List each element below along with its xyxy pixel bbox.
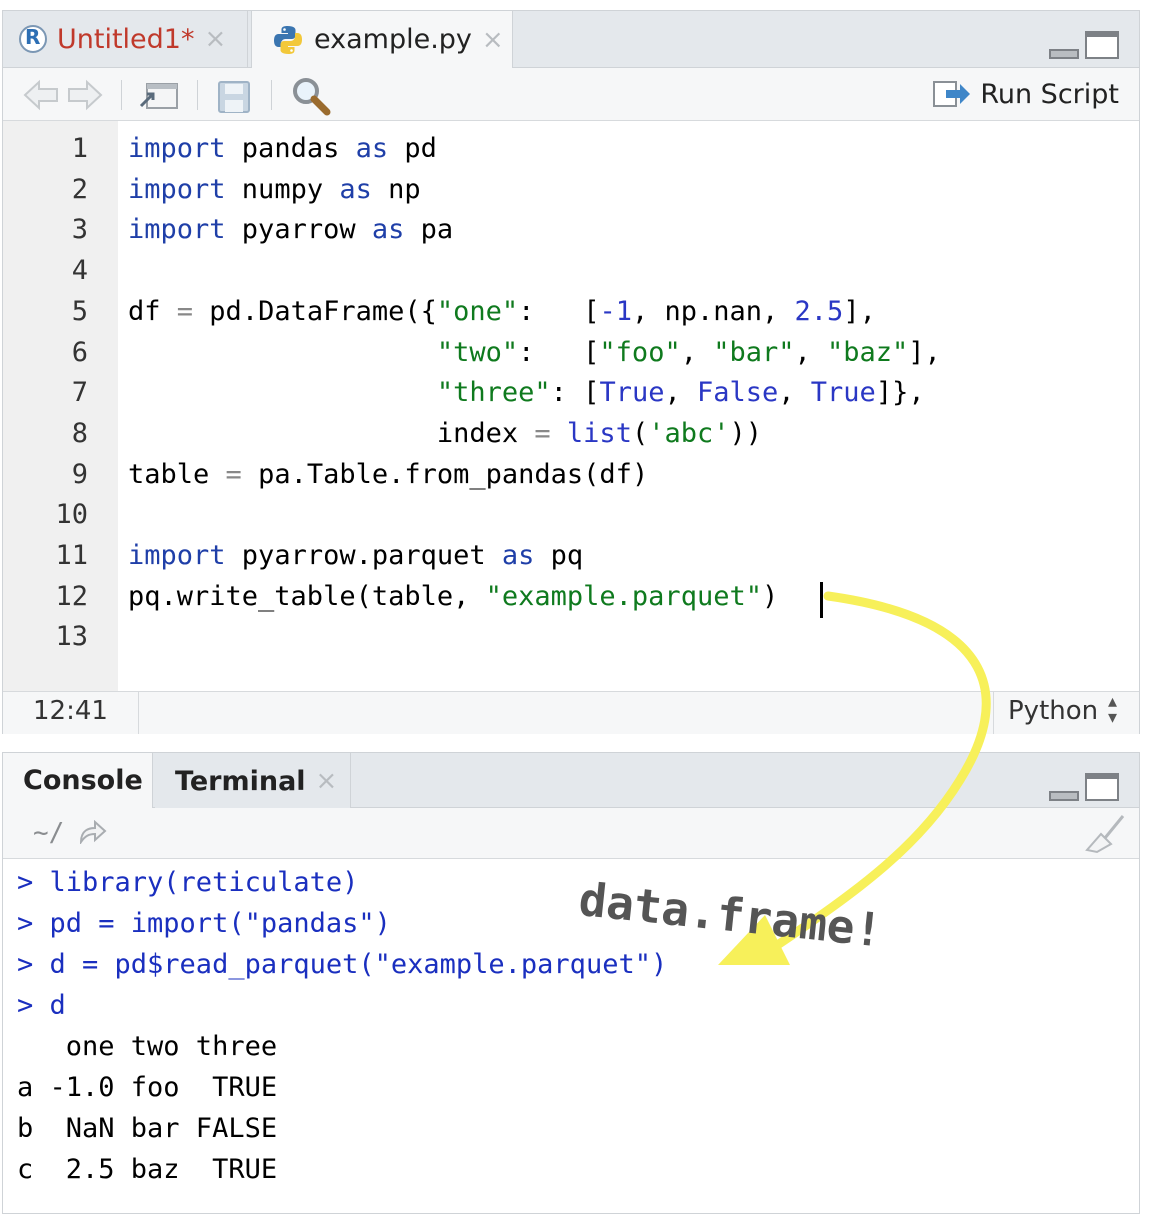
- toolbar-divider: [271, 80, 272, 110]
- go-to-directory-icon[interactable]: [77, 820, 107, 844]
- line-number: 5: [71, 295, 88, 327]
- tab-label: example.py: [314, 24, 472, 55]
- editor-status-bar: 12:41 Python ▴ ▾: [3, 691, 1139, 734]
- code-editor[interactable]: import pandas as pd import numpy as np imp…: [128, 121, 1138, 691]
- console-input-line: > library(reticulate): [17, 867, 359, 898]
- status-divider: [993, 692, 994, 734]
- editor-tab-bar: R Untitled1* × example.py ×: [3, 11, 1139, 68]
- code-line: index = list('abc')): [128, 417, 763, 449]
- line-number: 2: [71, 173, 88, 205]
- tab-console[interactable]: Console: [3, 753, 153, 808]
- line-number: 7: [71, 377, 88, 409]
- console-output-line: one two three: [17, 1031, 278, 1062]
- console-input-line: > d = pd$read_parquet("example.parquet"): [17, 949, 668, 980]
- minimize-icon[interactable]: [1049, 791, 1079, 801]
- line-number: 1: [71, 133, 88, 164]
- search-icon[interactable]: [291, 76, 331, 116]
- code-line: pq.write_table(table, "example.parquet"): [128, 581, 823, 618]
- line-number: 10: [55, 499, 88, 531]
- code-line: "two": ["foo", "bar", "baz"],: [436, 336, 941, 368]
- code-line: import numpy as np: [128, 173, 421, 205]
- r-file-icon: R: [19, 25, 47, 53]
- clear-console-broom-icon[interactable]: [1083, 814, 1127, 854]
- code-line: "three": [True, False, True]},: [436, 377, 925, 409]
- tab-label: Untitled1*: [57, 23, 195, 55]
- code-line: import pyarrow as pa: [128, 214, 454, 246]
- toolbar-divider: [197, 80, 198, 110]
- console-input-line: > pd = import("pandas"): [17, 908, 391, 939]
- editor-toolbar: Run Script: [3, 68, 1139, 121]
- console-input-line: > d: [17, 990, 66, 1021]
- tab-label: Terminal: [175, 765, 306, 797]
- line-number: 3: [71, 214, 88, 246]
- tab-terminal[interactable]: Terminal ×: [155, 753, 351, 809]
- line-number: 8: [71, 417, 88, 449]
- code-line: import pandas as pd: [128, 133, 437, 164]
- text-cursor: [820, 581, 823, 618]
- console-subbar: ~/: [3, 808, 1139, 859]
- status-divider: [138, 692, 139, 734]
- pane-window-controls: [1049, 773, 1119, 801]
- line-number: 12: [55, 580, 88, 612]
- line-number-gutter: 1 2 3 4 5 6 7 8 9 10 11 12 13: [3, 121, 118, 691]
- tab-label: Console: [23, 765, 143, 796]
- console-tab-bar: Console Terminal ×: [3, 753, 1139, 809]
- run-script-label: Run Script: [980, 78, 1119, 110]
- pane-window-controls: [1049, 31, 1119, 59]
- line-number: 13: [55, 621, 88, 653]
- line-number: 4: [71, 255, 88, 287]
- code-line: table = pa.Table.from_pandas(df): [128, 458, 649, 490]
- toolbar-divider: [121, 80, 122, 110]
- close-icon[interactable]: ×: [204, 24, 226, 54]
- code-line: df = pd.DataFrame({"one": [-1, np.nan, 2…: [128, 295, 876, 327]
- maximize-icon[interactable]: [1085, 31, 1119, 59]
- code-line: import pyarrow.parquet as pq: [128, 540, 584, 571]
- working-directory: ~/: [33, 818, 65, 848]
- run-script-icon: [933, 81, 971, 107]
- maximize-icon[interactable]: [1085, 773, 1119, 801]
- close-icon[interactable]: ×: [316, 766, 338, 796]
- tab-example-py[interactable]: example.py ×: [251, 11, 513, 68]
- close-icon[interactable]: ×: [482, 25, 504, 55]
- select-arrows-icon[interactable]: ▴ ▾: [1108, 693, 1117, 727]
- line-number: 11: [55, 540, 88, 571]
- show-in-window-icon[interactable]: [137, 78, 181, 112]
- console-output[interactable]: > library(reticulate) > pd = import("pand…: [3, 859, 1139, 1213]
- line-number: 6: [71, 336, 88, 368]
- cursor-position: 12:41: [33, 696, 108, 726]
- editor-pane: R Untitled1* × example.py × Run Script 1…: [2, 10, 1140, 734]
- console-output-line: b NaN bar FALSE: [17, 1113, 278, 1144]
- python-file-icon: [274, 25, 302, 54]
- minimize-icon[interactable]: [1049, 49, 1079, 59]
- line-number: 9: [71, 458, 88, 490]
- run-script-button[interactable]: Run Script: [932, 76, 1119, 112]
- language-select[interactable]: Python: [1008, 696, 1098, 726]
- console-output-line: c 2.5 baz TRUE: [17, 1154, 278, 1185]
- save-icon[interactable]: [217, 80, 251, 114]
- tab-untitled1[interactable]: R Untitled1* ×: [3, 11, 248, 67]
- back-forward-arrows-icon[interactable]: [21, 78, 105, 112]
- console-output-line: a -1.0 foo TRUE: [17, 1072, 278, 1103]
- console-pane: Console Terminal × ~/ > library(reticula…: [2, 752, 1140, 1214]
